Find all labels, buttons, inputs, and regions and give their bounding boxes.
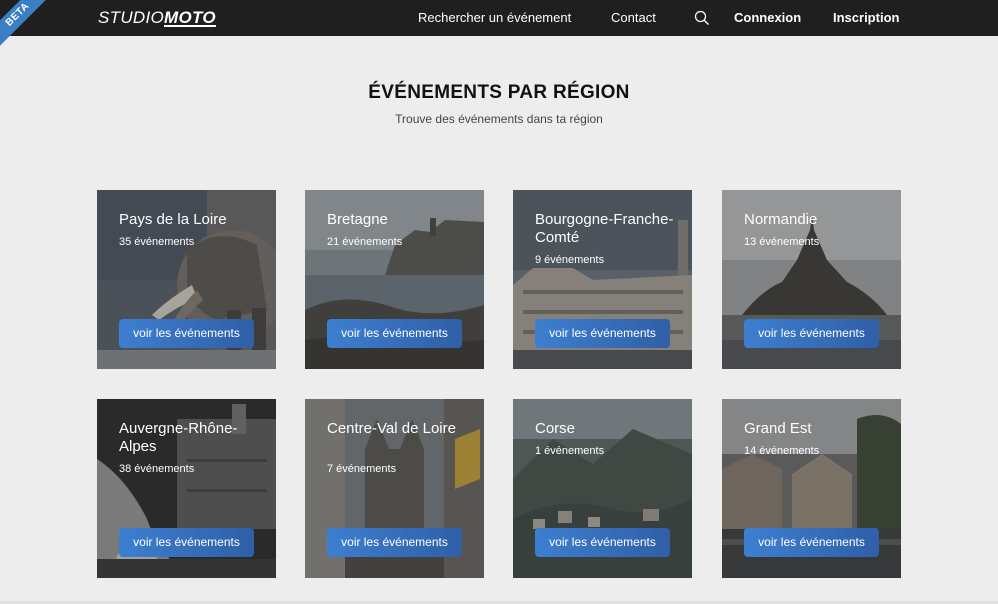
event-count: 7 événements xyxy=(327,463,397,475)
event-count: 13 événements xyxy=(744,236,820,248)
view-events-button[interactable]: voir les événements xyxy=(535,528,670,557)
region-card-pays-de-la-loire[interactable]: Pays de la Loire 35 événements voir les … xyxy=(97,190,276,369)
beta-ribbon: BETA xyxy=(0,0,56,53)
search-icon[interactable] xyxy=(694,10,710,26)
logo-text-studio: STUDIO xyxy=(98,8,165,27)
view-events-button[interactable]: voir les événements xyxy=(744,528,879,557)
region-card-grand-est[interactable]: Grand Est 14 événements voir les événeme… xyxy=(722,399,901,578)
nav-search-events-link[interactable]: Rechercher un événement xyxy=(418,10,571,25)
logo-text-moto: MOTO xyxy=(164,8,216,27)
region-name: Centre-Val de Loire xyxy=(327,420,456,437)
page-subtitle: Trouve des événements dans ta région xyxy=(395,112,603,126)
view-events-button[interactable]: voir les événements xyxy=(119,528,254,557)
nav-login-link[interactable]: Connexion xyxy=(734,10,801,25)
event-count: 21 événements xyxy=(327,236,403,248)
nav-signup-link[interactable]: Inscription xyxy=(833,10,899,25)
region-card-centre-val-de-loire[interactable]: Centre-Val de Loire 7 événements voir le… xyxy=(305,399,484,578)
event-count: 9 événements xyxy=(535,254,605,266)
view-events-button[interactable]: voir les événements xyxy=(744,319,879,348)
region-name: Corse xyxy=(535,420,576,437)
studiomoto-logo[interactable]: STUDIO MOTO xyxy=(98,8,216,30)
view-events-button[interactable]: voir les événements xyxy=(327,319,462,348)
region-card-auvergne-rhone-alpes[interactable]: Auvergne-Rhône-Alpes 38 événements voir … xyxy=(97,399,276,578)
event-count: 14 événements xyxy=(744,445,820,457)
nav-contact-link[interactable]: Contact xyxy=(611,10,656,25)
page-title: ÉVÉNEMENTS PAR RÉGION xyxy=(368,82,630,103)
event-count: 1 événements xyxy=(535,445,605,457)
region-name: Pays de la Loire xyxy=(119,211,227,228)
region-name: Bretagne xyxy=(327,211,388,228)
region-name: Grand Est xyxy=(744,420,812,437)
region-card-normandie[interactable]: Normandie 13 événements voir les événeme… xyxy=(722,190,901,369)
region-card-bretagne[interactable]: Bretagne 21 événements voir les événemen… xyxy=(305,190,484,369)
event-count: 38 événements xyxy=(119,463,195,475)
region-card-bourgogne-franche-comte[interactable]: Bourgogne-Franche-Comté 9 événements voi… xyxy=(513,190,692,369)
region-name: Bourgogne-Franche-Comté xyxy=(535,211,674,246)
view-events-button[interactable]: voir les événements xyxy=(119,319,254,348)
top-navbar: BETA STUDIO MOTO Rechercher un événement… xyxy=(0,0,998,53)
event-count: 35 événements xyxy=(119,236,195,248)
view-events-button[interactable]: voir les événements xyxy=(535,319,670,348)
view-events-button[interactable]: voir les événements xyxy=(327,528,462,557)
region-name: Normandie xyxy=(744,211,818,228)
region-name: Auvergne-Rhône-Alpes xyxy=(119,420,238,455)
region-card-corse[interactable]: Corse 1 événements voir les événements xyxy=(513,399,692,578)
